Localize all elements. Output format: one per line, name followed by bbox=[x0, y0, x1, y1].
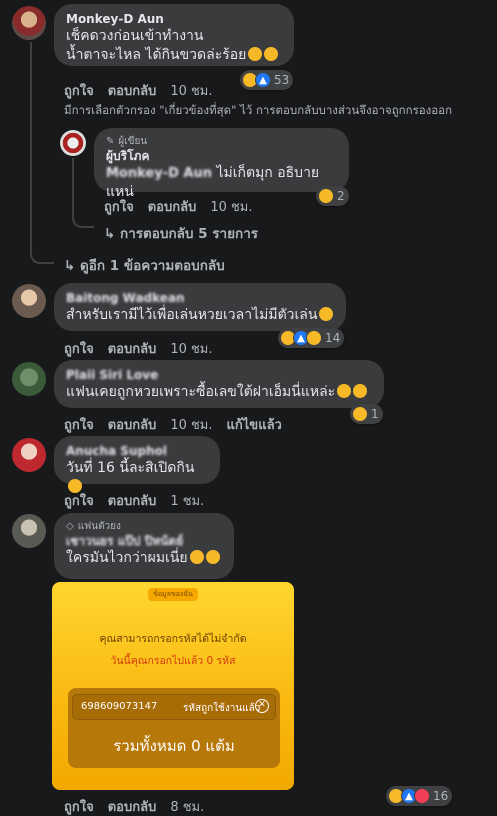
reaction-count: 16 bbox=[433, 789, 449, 803]
comment-bubble: Plaii Siri Love แฟนเคยถูกหวยเพราะซื้อเลข… bbox=[54, 360, 384, 408]
comment-bubble: Monkey-D Aun เช็คดวงก่อนเข้าทำงาน น้ำตาจ… bbox=[54, 4, 294, 66]
grimace-emoji-icon bbox=[248, 47, 263, 61]
sweat-smile-emoji-icon bbox=[189, 550, 204, 564]
grimace-emoji-icon bbox=[264, 47, 279, 61]
card-panel: 698609073147 รหัสถูกใช้งานแล้ว ✕ รวมทั้ง… bbox=[68, 688, 280, 768]
attached-image[interactable]: ข้อมูลของฉัน คุณสามารถกรอกรหัสได้ไม่จำกั… bbox=[52, 582, 294, 790]
reply-button[interactable]: ตอบกลับ bbox=[108, 796, 157, 816]
code-status: รหัสถูกใช้งานแล้ว bbox=[183, 703, 261, 714]
comment-text: แฟนเคยถูกหวยเพราะซื้อเลขใต้ฝาเอ็มนี่แหล่… bbox=[66, 383, 372, 402]
sweat-smile-emoji-icon bbox=[205, 550, 220, 564]
reaction-summary[interactable]: ▲ 53 bbox=[240, 70, 294, 90]
reaction-count: 1 bbox=[371, 407, 379, 421]
timestamp[interactable]: 1 ชม. bbox=[170, 490, 204, 511]
avatar[interactable] bbox=[12, 514, 46, 548]
reply-button[interactable]: ตอบกลับ bbox=[108, 414, 157, 435]
reaction-summary[interactable]: 1 bbox=[350, 404, 383, 424]
like-reaction-icon: ▲ bbox=[255, 72, 271, 88]
nested-thread-line bbox=[72, 158, 74, 218]
close-icon: ✕ bbox=[255, 699, 269, 713]
timestamp[interactable]: 10 ชม. bbox=[170, 80, 212, 101]
reply-arrow-icon: ↳ bbox=[64, 258, 76, 274]
wow-reaction-icon bbox=[306, 330, 322, 346]
commenter-name[interactable]: Baitong Wadkean bbox=[66, 290, 334, 306]
avatar[interactable] bbox=[12, 284, 46, 318]
commenter-name[interactable]: Monkey-D Aun bbox=[66, 11, 282, 27]
thread-line bbox=[30, 42, 32, 254]
card-line-1: คุณสามารถกรอกรหัสได้ไม่จำกัด bbox=[99, 633, 247, 645]
comment-text: สำหรับเรามีไว้เพื่อเล่นหวยเวลาไม่มีตัวเล… bbox=[66, 306, 334, 325]
timestamp[interactable]: 10 ชม. bbox=[170, 338, 212, 359]
pencil-icon: ✎ bbox=[106, 136, 115, 147]
comment-text: น้ำตาจะไหล ได้กินขวดล่ะร้อย bbox=[66, 46, 282, 65]
reaction-count: 14 bbox=[325, 331, 341, 345]
avatar[interactable] bbox=[12, 438, 46, 472]
comment-actions: ถูกใจ ตอบกลับ 10 ชม. bbox=[104, 196, 267, 217]
nested-thread-curve bbox=[72, 216, 94, 228]
wow-reaction-icon bbox=[352, 406, 368, 422]
like-button[interactable]: ถูกใจ bbox=[64, 80, 94, 101]
comment-actions: ถูกใจ ตอบกลับ 10 ชม. แก้ไขแล้ว bbox=[64, 414, 296, 435]
comment-actions: ถูกใจ ตอบกลับ 1 ชม. bbox=[64, 490, 218, 511]
timestamp[interactable]: 8 ชม. bbox=[170, 796, 204, 816]
comment-text: ใครมันไวกว่าผมเนี่ย bbox=[66, 549, 222, 568]
commenter-name[interactable]: Plaii Siri Love bbox=[66, 367, 372, 383]
avatar[interactable] bbox=[12, 6, 46, 40]
like-button[interactable]: ถูกใจ bbox=[64, 414, 94, 435]
view-more-replies-link[interactable]: ↳ ดูอีก 1 ข้อความตอบกลับ bbox=[64, 254, 225, 276]
haha-reaction-icon bbox=[318, 188, 334, 204]
view-replies-link[interactable]: ↳ การตอบกลับ 5 รายการ bbox=[104, 222, 258, 244]
reaction-summary[interactable]: ▲ 14 bbox=[278, 328, 345, 348]
top-fan-badge: ◇ แฟนตัวยง bbox=[66, 521, 121, 532]
thread-curve bbox=[30, 252, 54, 264]
diamond-icon: ◇ bbox=[66, 521, 74, 532]
like-button[interactable]: ถูกใจ bbox=[64, 490, 94, 511]
comment-actions: ถูกใจ ตอบกลับ 10 ชม. bbox=[64, 338, 227, 359]
reaction-count: 2 bbox=[337, 189, 345, 203]
rofl-emoji-icon bbox=[337, 384, 352, 398]
filter-note: มีการเลือกตัวกรอง "เกี่ยวข้องที่สุด" ไว้… bbox=[64, 103, 453, 117]
like-button[interactable]: ถูกใจ bbox=[64, 338, 94, 359]
code-value: 698609073147 bbox=[81, 701, 158, 712]
comment-actions: ถูกใจ ตอบกลับ 8 ชม. bbox=[64, 796, 218, 816]
comment-bubble: Anucha Suphol วันที่ 16 นี้ละสิเปิดกิน bbox=[54, 436, 220, 493]
commenter-name[interactable]: เชาวนยร แป๊ป ปิหน้ดย์ bbox=[66, 533, 222, 549]
comment-text: เช็คดวงก่อนเข้าทำงาน bbox=[66, 28, 204, 44]
reaction-count: 53 bbox=[274, 73, 290, 87]
like-button[interactable]: ถูกใจ bbox=[64, 796, 94, 816]
commenter-name[interactable]: ผู้บริโภค bbox=[106, 148, 337, 164]
timestamp[interactable]: 10 ชม. bbox=[210, 196, 252, 217]
author-badge: ✎ ผู้เขียน bbox=[106, 136, 148, 147]
avatar[interactable] bbox=[12, 362, 46, 396]
reply-button[interactable]: ตอบกลับ bbox=[148, 196, 197, 217]
comment-bubble: Baitong Wadkean สำหรับเรามีไว้เพื่อเล่นห… bbox=[54, 283, 346, 331]
card-tag: ข้อมูลของฉัน bbox=[148, 588, 198, 601]
reply-button[interactable]: ตอบกลับ bbox=[108, 490, 157, 511]
edited-label[interactable]: แก้ไขแล้ว bbox=[227, 414, 282, 435]
points-total: รวมทั้งหมด 0 แต้ม bbox=[113, 737, 235, 755]
love-reaction-icon bbox=[414, 788, 430, 804]
reply-button[interactable]: ตอบกลับ bbox=[108, 338, 157, 359]
reply-button[interactable]: ตอบกลับ bbox=[108, 80, 157, 101]
reaction-summary[interactable]: ▲ 16 bbox=[386, 786, 453, 806]
comment-actions: ถูกใจ ตอบกลับ 10 ชม. bbox=[64, 80, 227, 101]
timestamp[interactable]: 10 ชม. bbox=[170, 414, 212, 435]
comment-bubble: ◇ แฟนตัวยง เชาวนยร แป๊ป ปิหน้ดย์ ใครมันไว… bbox=[54, 513, 234, 579]
mention-link[interactable]: Monkey-D Aun bbox=[106, 166, 212, 181]
avatar[interactable] bbox=[60, 130, 86, 156]
code-field: 698609073147 รหัสถูกใช้งานแล้ว ✕ bbox=[72, 694, 276, 720]
rofl-emoji-icon bbox=[353, 384, 368, 398]
reaction-summary[interactable]: 2 bbox=[316, 186, 349, 206]
comment-bubble: ✎ ผู้เขียน ผู้บริโภค Monkey-D Aun ไม่เก็ต… bbox=[94, 128, 349, 200]
grin-emoji-icon bbox=[319, 307, 334, 321]
like-button[interactable]: ถูกใจ bbox=[104, 196, 134, 217]
commenter-name[interactable]: Anucha Suphol bbox=[66, 443, 208, 459]
card-line-2: วันนี้คุณกรอกไปแล้ว 0 รหัส bbox=[110, 655, 236, 667]
reply-arrow-icon: ↳ bbox=[104, 226, 116, 242]
